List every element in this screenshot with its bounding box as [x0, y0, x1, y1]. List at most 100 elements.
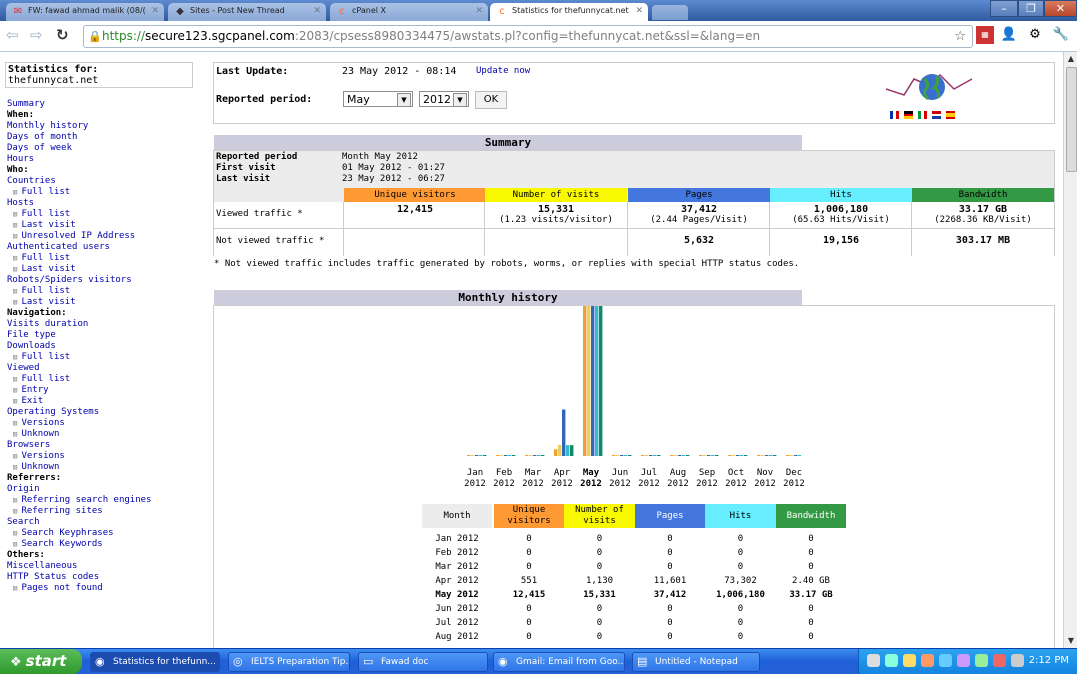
sidebar-item[interactable]: Hours: [7, 154, 207, 165]
sidebar-item[interactable]: Full list: [7, 374, 207, 385]
bookmark-star-icon[interactable]: ☆: [954, 26, 966, 47]
extension-icon[interactable]: ▦: [976, 26, 994, 44]
close-window-button[interactable]: ✕: [1044, 0, 1077, 17]
tray-icon[interactable]: [993, 654, 1006, 667]
address-bar[interactable]: 🔒 https://secure123.sgcpanel.com:2083/cp…: [83, 25, 973, 48]
minimize-button[interactable]: –: [990, 0, 1018, 17]
sidebar-item[interactable]: Referring search engines: [7, 495, 207, 506]
tray-icon[interactable]: [867, 654, 880, 667]
close-tab-icon[interactable]: ✕: [475, 6, 483, 16]
bar-hits: [740, 455, 744, 456]
year-tick-label: 2012: [696, 479, 718, 489]
monthly-col-header: Bandwidth: [776, 504, 846, 528]
taskbar-button[interactable]: ◎ IELTS Preparation Tip...: [228, 652, 350, 672]
sidebar-item[interactable]: Browsers: [7, 440, 207, 451]
sidebar-item[interactable]: Unknown: [7, 462, 207, 473]
tray-icon[interactable]: [921, 654, 934, 667]
bar-hits: [798, 455, 801, 456]
taskbar-button[interactable]: ◉ Gmail: Email from Goo...: [493, 652, 625, 672]
sidebar-item[interactable]: Days of month: [7, 132, 207, 143]
tab-title: FW: fawad ahmad malik (08/(: [28, 6, 146, 15]
sidebar-item[interactable]: Miscellaneous: [7, 561, 207, 572]
sidebar-item[interactable]: Pages not found: [7, 583, 207, 594]
notepad-icon: ▤: [637, 655, 648, 668]
sidebar-item[interactable]: Referring sites: [7, 506, 207, 517]
sidebar-item[interactable]: Full list: [7, 187, 207, 198]
reload-icon[interactable]: ↻: [56, 26, 69, 44]
sidebar-item[interactable]: Exit: [7, 396, 207, 407]
sidebar-item[interactable]: Countries: [7, 176, 207, 187]
close-tab-icon[interactable]: ✕: [635, 6, 643, 16]
close-tab-icon[interactable]: ✕: [151, 6, 159, 16]
sidebar-item[interactable]: Last visit: [7, 220, 207, 231]
maximize-button[interactable]: ❐: [1018, 0, 1044, 17]
sidebar-item[interactable]: HTTP Status codes: [7, 572, 207, 583]
sidebar-item[interactable]: Versions: [7, 418, 207, 429]
sidebar-item[interactable]: Authenticated users: [7, 242, 207, 253]
bar-unique-visitors: [757, 455, 761, 456]
sidebar-item[interactable]: Monthly history: [7, 121, 207, 132]
volume-icon[interactable]: [1011, 654, 1024, 667]
taskbar-button[interactable]: ▭ Fawad doc: [358, 652, 488, 672]
monthly-value-cell: 0: [526, 618, 532, 628]
tray-icon[interactable]: [939, 654, 952, 667]
sidebar-item[interactable]: Search Keyphrases: [7, 528, 207, 539]
year-select[interactable]: 2012 ▼: [419, 91, 469, 107]
start-button[interactable]: ❖ start: [0, 649, 82, 674]
browser-tab[interactable]: c Statistics for thefunnycat.net ✕: [490, 3, 648, 21]
sidebar-item[interactable]: Visits duration: [7, 319, 207, 330]
sidebar-item[interactable]: Last visit: [7, 264, 207, 275]
sidebar-item[interactable]: Full list: [7, 209, 207, 220]
sidebar-item[interactable]: Hosts: [7, 198, 207, 209]
sidebar-item[interactable]: Days of week: [7, 143, 207, 154]
month-tick-label: Jul: [640, 468, 658, 478]
forward-icon[interactable]: ⇨: [30, 26, 43, 44]
bar-pages: [765, 455, 769, 456]
month-select[interactable]: May ▼: [343, 91, 413, 107]
tray-icon[interactable]: [903, 654, 916, 667]
sidebar-item[interactable]: Versions: [7, 451, 207, 462]
taskbar-button[interactable]: ▤ Untitled - Notepad: [632, 652, 760, 672]
tray-icon[interactable]: [885, 654, 898, 667]
scrollbar-thumb[interactable]: [1066, 67, 1077, 172]
taskbar-button[interactable]: ◉ Statistics for thefunn...: [90, 652, 220, 672]
sidebar-item[interactable]: Summary: [7, 99, 207, 110]
sidebar-item[interactable]: Downloads: [7, 341, 207, 352]
windows-taskbar: ❖ start ◉ Statistics for thefunn... ◎ IELTS …: [0, 648, 1077, 674]
sidebar-item[interactable]: Full list: [7, 253, 207, 264]
browser-tab[interactable]: c cPanel X ✕: [330, 3, 488, 21]
sidebar-item[interactable]: Full list: [7, 286, 207, 297]
close-tab-icon[interactable]: ✕: [313, 6, 321, 16]
tray-icon[interactable]: [957, 654, 970, 667]
sidebar-item[interactable]: Search Keywords: [7, 539, 207, 550]
chrome-icon: ◉: [95, 655, 105, 668]
extension-person-icon[interactable]: 👤: [1000, 26, 1018, 44]
scroll-down-icon[interactable]: ▼: [1064, 634, 1077, 647]
vertical-scrollbar[interactable]: ▲ ▼: [1063, 52, 1077, 648]
sidebar-item[interactable]: Unresolved IP Address: [7, 231, 207, 242]
browser-tab[interactable]: ✉ FW: fawad ahmad malik (08/(✕: [6, 3, 164, 21]
new-tab-button[interactable]: [652, 5, 688, 20]
sidebar-item[interactable]: Viewed: [7, 363, 207, 374]
sidebar-item[interactable]: Entry: [7, 385, 207, 396]
update-now-link[interactable]: Update now: [476, 66, 530, 76]
extension-gear-icon[interactable]: ⚙: [1026, 26, 1044, 44]
sidebar-item[interactable]: Unknown: [7, 429, 207, 440]
sidebar-item[interactable]: Full list: [7, 352, 207, 363]
last-visit-value: 23 May 2012 - 06:27: [342, 174, 445, 184]
sidebar-item[interactable]: Robots/Spiders visitors: [7, 275, 207, 286]
bar-bandwidth: [744, 455, 748, 456]
sidebar-item[interactable]: Origin: [7, 484, 207, 495]
browser-tab[interactable]: ◆ Sites - Post New Thread ✕: [168, 3, 326, 21]
monthly-table-row: Mar 2012 0 0 0 0 0: [422, 560, 846, 574]
sidebar-item[interactable]: Operating Systems: [7, 407, 207, 418]
back-icon[interactable]: ⇦: [6, 26, 19, 44]
sidebar-item[interactable]: File type: [7, 330, 207, 341]
ok-button[interactable]: OK: [475, 91, 507, 109]
scroll-up-icon[interactable]: ▲: [1064, 52, 1077, 65]
summary-col-header: Unique visitors: [344, 188, 486, 202]
sidebar-item[interactable]: Search: [7, 517, 207, 528]
wrench-icon[interactable]: 🔧: [1052, 26, 1070, 44]
tray-icon[interactable]: [975, 654, 988, 667]
sidebar-item[interactable]: Last visit: [7, 297, 207, 308]
